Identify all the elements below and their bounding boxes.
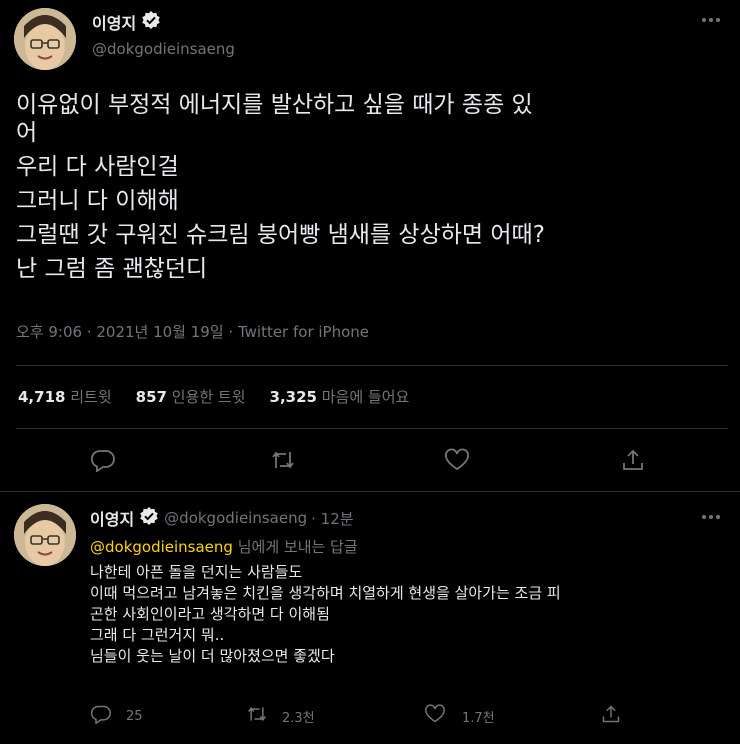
tweet-source[interactable]: Twitter for iPhone: [238, 323, 369, 341]
retweet-icon: [246, 704, 268, 728]
reply-author-handle[interactable]: @dokgodieinsaeng: [164, 509, 307, 527]
retweet-icon[interactable]: [270, 448, 296, 476]
retweets-stat[interactable]: 4,718 리트윗: [18, 386, 112, 407]
verified-icon: [139, 506, 159, 530]
reply-action[interactable]: 25: [90, 704, 143, 728]
reply-time[interactable]: · 12분: [311, 508, 353, 529]
tweet-line: 그러니 다 이해해: [16, 188, 179, 214]
reply-line: 그래 다 그런거지 뭐..: [90, 626, 225, 644]
replying-to-label: 님에게 보내는 답글: [232, 538, 358, 556]
reply-line: 곤한 사회인이라고 생각하면 다 이해됨: [90, 605, 330, 623]
like-icon[interactable]: [444, 448, 470, 476]
reply-count: 25: [126, 708, 143, 724]
more-icon[interactable]: [700, 10, 722, 35]
reply-icon[interactable]: [90, 448, 116, 476]
mention-link[interactable]: @dokgodieinsaeng: [90, 538, 233, 556]
tweet-stats: 4,718 리트윗 857 인용한 트윗 3,325 마음에 들어요: [18, 386, 409, 407]
like-count: 1.7천: [462, 710, 495, 726]
retweet-count: 2.3천: [282, 710, 315, 726]
retweet-action[interactable]: 2.3천: [246, 704, 315, 728]
tweet-line: 우리 다 사람인걸: [16, 154, 179, 180]
share-icon[interactable]: [600, 704, 622, 728]
like-action[interactable]: 1.7천: [424, 704, 495, 728]
verified-icon: [141, 10, 161, 34]
reply-avatar[interactable]: [14, 504, 76, 566]
tweet-timestamp[interactable]: 오후 9:06 · 2021년 10월 19일 ·: [16, 323, 238, 341]
reply-text: 나한테 아픈 돌을 던지는 사람들도 이때 먹으려고 남겨놓은 치킨을 생각하며…: [90, 562, 730, 667]
reply-author-name[interactable]: 이영지: [90, 506, 134, 530]
avatar[interactable]: [14, 8, 76, 70]
replying-to: @dokgodieinsaeng 님에게 보내는 답글: [90, 536, 358, 557]
quotes-stat[interactable]: 857 인용한 트윗: [136, 386, 246, 407]
divider: [0, 491, 740, 492]
reply-icon: [90, 704, 112, 728]
share-icon[interactable]: [620, 448, 646, 476]
reply-line: 이때 먹으려고 남겨놓은 치킨을 생각하며 치열하게 현생을 살아가는 조금 피: [90, 584, 561, 602]
tweet-text: 이유없이 부정적 에너지를 발산하고 싶을 때가 종종 있 어 우리 다 사람인…: [16, 88, 728, 286]
tweet-line: 난 그럼 좀 괜찮던디: [16, 256, 208, 282]
like-icon: [424, 704, 446, 728]
more-icon[interactable]: [700, 507, 722, 532]
author-name[interactable]: 이영지: [92, 10, 136, 34]
divider: [16, 428, 728, 429]
divider: [16, 365, 728, 366]
reply-line: 나한테 아픈 돌을 던지는 사람들도: [90, 563, 303, 581]
tweet-line: 그럴땐 갓 구워진 슈크림 붕어빵 냄새를 상상하면 어때?: [16, 222, 545, 248]
likes-stat[interactable]: 3,325 마음에 들어요: [270, 386, 410, 407]
author-handle[interactable]: @dokgodieinsaeng: [92, 40, 235, 58]
reply-line: 님들이 웃는 날이 더 많아졌으면 좋겠다: [90, 647, 335, 665]
